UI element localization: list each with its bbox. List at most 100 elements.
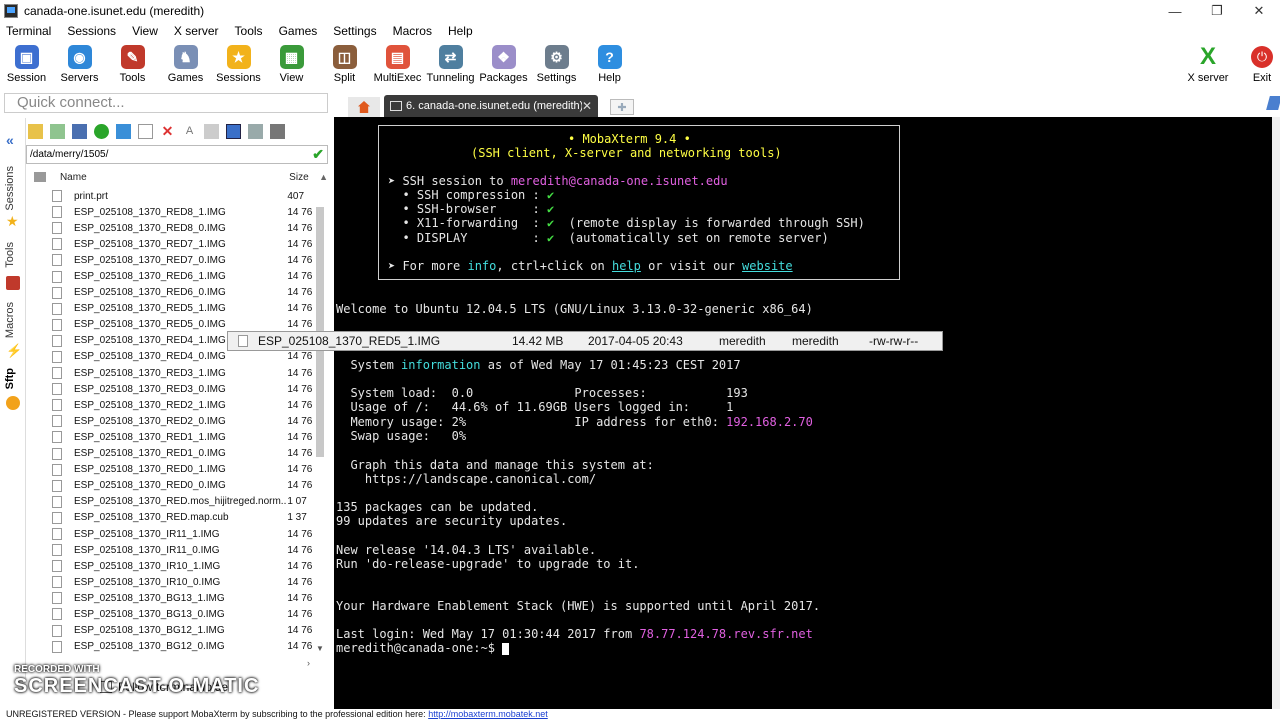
file-row[interactable]: ESP_025108_1370_RED7_1.IMG 14 76 (30, 236, 314, 252)
column-name[interactable]: Name (60, 172, 289, 183)
sidetab-tools[interactable]: Tools (4, 242, 16, 268)
maximize-button[interactable]: ❐ (1196, 0, 1238, 22)
menu-sessions[interactable]: Sessions (61, 24, 122, 38)
stat-right-label: Users logged in: (574, 400, 727, 415)
file-name: ESP_025108_1370_RED7_1.IMG (74, 238, 226, 250)
rename-icon[interactable]: A (182, 124, 197, 139)
new-folder-icon[interactable] (116, 123, 131, 139)
file-name: ESP_025108_1370_RED0_1.IMG (74, 464, 226, 476)
file-row[interactable]: ESP_025108_1370_RED8_0.IMG 14 76 (30, 220, 314, 236)
checkmark-icon[interactable]: ✔ (312, 146, 324, 163)
menu-terminal[interactable]: Terminal (0, 24, 57, 38)
file-row[interactable]: ESP_025108_1370_RED.mos_hijitreged.norm.… (30, 494, 314, 510)
prompt-line[interactable]: meredith@canada-one:~$ (336, 641, 510, 655)
file-row[interactable]: ESP_025108_1370_RED.map.cub 1 37 (30, 510, 314, 526)
file-row[interactable]: ESP_025108_1370_RED6_0.IMG 14 76 (30, 285, 314, 301)
file-row[interactable]: print.prt 407 (30, 188, 314, 204)
file-row[interactable]: ESP_025108_1370_RED2_1.IMG 14 76 (30, 397, 314, 413)
home-folder-icon[interactable] (72, 123, 87, 139)
file-icon (52, 479, 62, 492)
file-row[interactable]: ESP_025108_1370_RED4_0.IMG 14 76 (30, 349, 314, 365)
file-row[interactable]: ESP_025108_1370_IR11_1.IMG 14 76 (30, 526, 314, 542)
file-row[interactable]: ESP_025108_1370_IR10_1.IMG 14 76 (30, 558, 314, 574)
mobatek-link[interactable]: http://mobaxterm.mobatek.net (428, 709, 548, 719)
file-row[interactable]: ESP_025108_1370_RED1_1.IMG 14 76 (30, 429, 314, 445)
menu-settings[interactable]: Settings (327, 24, 382, 38)
new-tab-button[interactable]: ✚ (610, 99, 634, 115)
terminal-sync-icon[interactable] (270, 123, 285, 139)
tab-close-icon[interactable]: ✕ (582, 99, 592, 113)
toolbar-packages-button[interactable]: ❖ Packages (477, 42, 530, 90)
menu-macros[interactable]: Macros (387, 24, 438, 38)
menu-x-server[interactable]: X server (168, 24, 225, 38)
toolbar-sessions-button[interactable]: ★ Sessions (212, 42, 265, 90)
file-row[interactable]: ESP_025108_1370_RED8_1.IMG 14 76 (30, 204, 314, 220)
file-list-scrollbar[interactable]: ▼ (314, 185, 326, 655)
toolbar-tools-button[interactable]: ✎ Tools (106, 42, 159, 90)
scroll-down-icon[interactable]: ▼ (316, 644, 324, 653)
quick-connect-input[interactable]: Quick connect... (4, 93, 328, 113)
menu-view[interactable]: View (126, 24, 164, 38)
pin-icon[interactable] (1266, 96, 1280, 110)
graph-url[interactable]: https://landscape.canonical.com/ (336, 472, 596, 486)
file-row[interactable]: ESP_025108_1370_RED3_0.IMG 14 76 (30, 381, 314, 397)
sort-up-icon[interactable]: ▲ (319, 172, 328, 182)
toolbar-split-button[interactable]: ◫ Split (318, 42, 371, 90)
permissions-icon[interactable] (204, 123, 219, 139)
menu-tools[interactable]: Tools (229, 24, 269, 38)
session-tab[interactable]: 6. canada-one.isunet.edu (meredith) ✕ (384, 95, 598, 117)
xserver-button[interactable]: X X server (1184, 42, 1232, 85)
toolbar-multiexec-button[interactable]: ▤ MultiExec (371, 42, 424, 90)
search-icon[interactable] (248, 123, 263, 139)
download-icon[interactable] (50, 123, 65, 139)
file-row[interactable]: ESP_025108_1370_BG12_1.IMG 14 76 (30, 623, 314, 639)
file-row[interactable]: ESP_025108_1370_RED7_0.IMG 14 76 (30, 252, 314, 268)
toolbar-tunneling-button[interactable]: ⇄ Tunneling (424, 42, 477, 90)
minimize-button[interactable]: — (1154, 0, 1196, 22)
terminal-pane[interactable]: • MobaXterm 9.4 • (SSH client, X-server … (334, 117, 1272, 709)
show-hidden-icon[interactable] (226, 123, 241, 139)
file-row[interactable]: ESP_025108_1370_RED0_1.IMG 14 76 (30, 462, 314, 478)
delete-icon[interactable]: ✕ (160, 123, 175, 139)
file-row[interactable]: ESP_025108_1370_BG13_0.IMG 14 76 (30, 606, 314, 622)
file-row[interactable]: ESP_025108_1370_RED5_1.IMG 14 76 (30, 301, 314, 317)
sidetab-macros[interactable]: Macros (4, 302, 16, 338)
refresh-icon[interactable] (94, 123, 109, 139)
exit-button[interactable]: ⏻ Exit (1246, 42, 1278, 84)
file-name: ESP_025108_1370_RED7_0.IMG (74, 254, 226, 266)
file-row[interactable]: ESP_025108_1370_RED1_0.IMG 14 76 (30, 446, 314, 462)
help-link[interactable]: help (612, 259, 641, 273)
new-file-icon[interactable] (138, 123, 153, 139)
parent-folder-icon[interactable] (28, 123, 43, 139)
collapse-arrow-icon[interactable]: « (6, 132, 14, 148)
folder-up-icon[interactable] (34, 172, 46, 182)
file-row[interactable]: ESP_025108_1370_RED6_1.IMG 14 76 (30, 268, 314, 284)
file-row[interactable]: ESP_025108_1370_RED3_1.IMG 14 76 (30, 365, 314, 381)
sidetab-sessions[interactable]: Sessions (4, 166, 16, 211)
tooltip-owner: meredith (719, 334, 766, 348)
toolbar-session-button[interactable]: ▣ Session (0, 42, 53, 90)
toolbar-games-button[interactable]: ♞ Games (159, 42, 212, 90)
close-window-button[interactable]: ✕ (1238, 0, 1280, 22)
stat-right-value: 192.168.2.70 (726, 414, 813, 429)
sidetab-sftp[interactable]: Sftp (4, 368, 16, 389)
menu-help[interactable]: Help (442, 24, 479, 38)
website-link[interactable]: website (742, 259, 793, 273)
file-row[interactable]: ESP_025108_1370_BG12_0.IMG 14 76 (30, 639, 314, 653)
terminal-scrollbar[interactable] (1272, 117, 1280, 709)
file-row[interactable]: ESP_025108_1370_RED0_0.IMG 14 76 (30, 478, 314, 494)
home-tab[interactable] (348, 97, 380, 117)
file-row[interactable]: ESP_025108_1370_BG13_1.IMG 14 76 (30, 590, 314, 606)
info-link[interactable]: info (467, 259, 496, 273)
toolbar-help-button[interactable]: ? Help (583, 42, 636, 90)
file-row[interactable]: ESP_025108_1370_RED2_0.IMG 14 76 (30, 413, 314, 429)
menu-games[interactable]: Games (273, 24, 324, 38)
toolbar-settings-button[interactable]: ⚙ Settings (530, 42, 583, 90)
toolbar-view-button[interactable]: ▦ View (265, 42, 318, 90)
file-row[interactable]: ESP_025108_1370_IR10_0.IMG 14 76 (30, 574, 314, 590)
column-size[interactable]: Size (289, 172, 319, 183)
scroll-right-icon[interactable]: › (307, 658, 310, 668)
toolbar-servers-button[interactable]: ◉ Servers (53, 42, 106, 90)
path-input[interactable]: /data/merry/1505/ ✔ (26, 145, 328, 164)
file-row[interactable]: ESP_025108_1370_IR11_0.IMG 14 76 (30, 542, 314, 558)
